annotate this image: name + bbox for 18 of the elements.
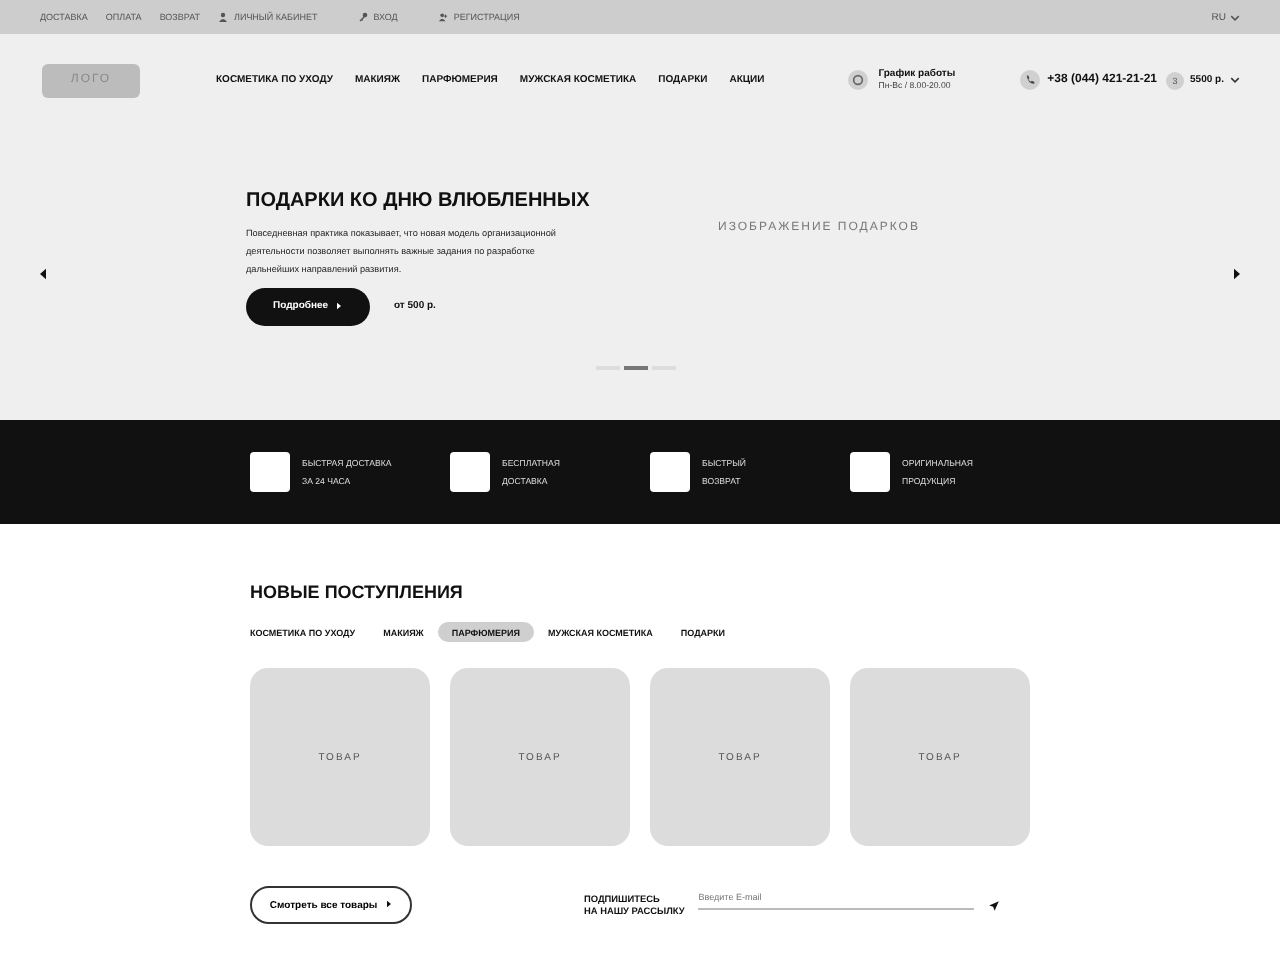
hero-title: ПОДАРКИ КО ДНЮ ВЛЮБЛЕННЫХ — [246, 189, 592, 211]
add-user-icon — [437, 12, 448, 22]
previous-arrow-icon[interactable] — [38, 267, 48, 279]
feature-image — [850, 452, 890, 492]
feature-image — [450, 452, 490, 492]
next-arrow-icon[interactable] — [1232, 267, 1242, 279]
section-title: НОВЫЕ ПОСТУПЛЕНИЯ — [250, 582, 465, 602]
play-icon — [336, 301, 343, 310]
play-icon — [386, 900, 393, 909]
clock-icon — [848, 70, 869, 90]
key-icon — [357, 12, 368, 22]
user-icon — [218, 12, 228, 22]
phone-icon — [1019, 70, 1040, 90]
send-icon[interactable] — [988, 899, 1001, 911]
feature-image — [250, 452, 290, 492]
caret-icon[interactable] — [1230, 76, 1240, 84]
feature-image — [650, 452, 690, 492]
caret-icon[interactable] — [1230, 13, 1240, 21]
